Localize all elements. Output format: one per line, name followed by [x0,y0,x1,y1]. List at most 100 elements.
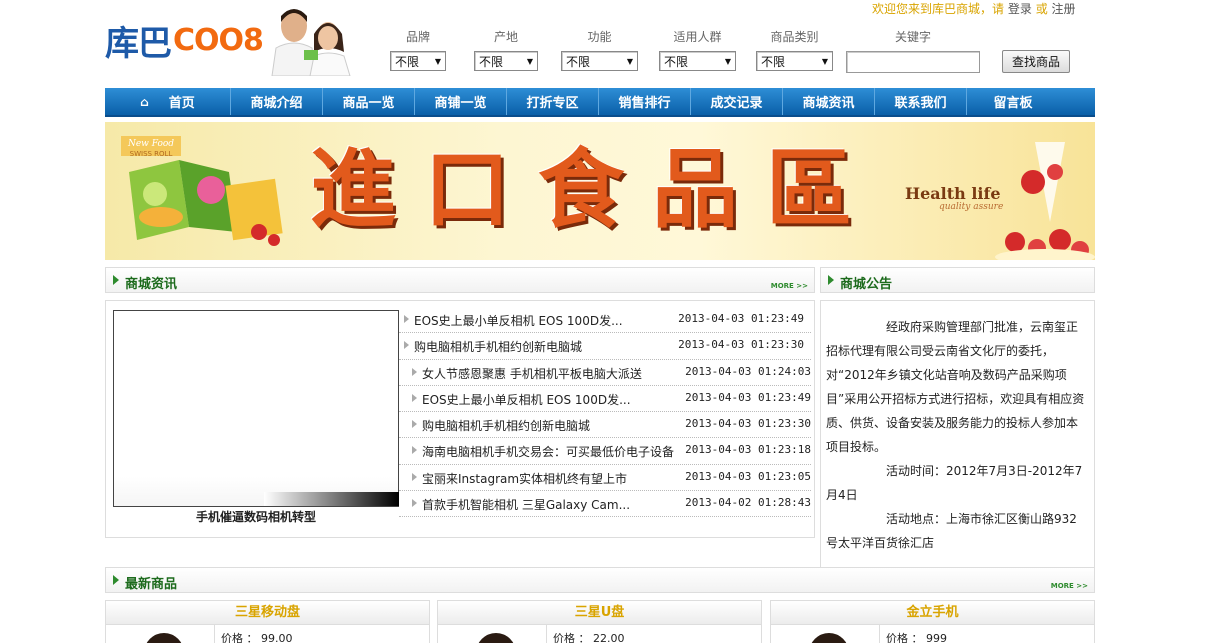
search-button[interactable]: 查找商品 [1002,50,1070,73]
nav-products-label: 商品一览 [342,96,395,111]
news-more-link[interactable]: MORE >> [771,282,808,290]
filter-origin-select[interactable]: 不限 ▼ [474,51,538,71]
filter-category: 商品类别 不限 ▼ [756,28,833,71]
triangle-right-icon [828,275,834,285]
news-section-header: 商城资讯 MORE >> [105,267,815,293]
news-section-title: 商城资讯 [125,277,178,292]
filter-brand-value: 不限 [395,54,420,69]
product-thumbnail[interactable] [114,629,210,643]
product-thumbnail[interactable] [446,629,542,643]
news-item-title: 女人节感恩聚惠 手机相机平板电脑大派送 [422,366,642,381]
nav-about[interactable]: 商城介绍 [231,88,323,115]
news-item[interactable]: 宝丽来Instagram实体相机终有望上市 2013-04-03 01:23:05 [399,465,811,492]
nav-records[interactable]: 成交记录 [691,88,783,115]
news-list: EOS史上最小单反相机 EOS 100D发... 2013-04-03 01:23… [399,307,811,518]
login-link[interactable]: 登录 [1008,2,1032,16]
nav-shops-label: 商铺一览 [434,96,487,111]
filter-audience-select[interactable]: 不限 ▼ [659,51,736,71]
product-name[interactable]: 金立手机 [771,601,1094,625]
nav-home[interactable]: ⌂ 首页 [105,88,231,115]
nav-contact[interactable]: 联系我们 [875,88,967,115]
register-link[interactable]: 注册 [1052,2,1076,16]
newest-section-header: 最新商品 MORE >> [105,567,1095,593]
news-item[interactable]: 女人节感恩聚惠 手机相机平板电脑大派送 2013-04-03 01:24:03 [399,360,811,386]
banner-box-text-1: New Food [127,139,174,149]
bullet-icon [412,393,417,402]
nav-shops[interactable]: 商铺一览 [415,88,507,115]
news-item[interactable]: 海南电脑相机手机交易会：可买最低价电子设备 2013-04-03 01:23:18 [399,438,811,465]
product-thumbnail[interactable] [779,629,875,643]
nav-ranking[interactable]: 销售排行 [599,88,691,115]
filter-category-label: 商品类别 [770,30,819,44]
model-head [476,633,516,643]
news-item-title: EOS史上最小单反相机 EOS 100D发... [414,314,623,328]
nav-ranking-label: 销售排行 [618,96,671,111]
news-item-date: 2013-04-03 01:24:03 [685,364,811,378]
filter-brand: 品牌 不限 ▼ [390,28,446,71]
news-item-date: 2013-04-03 01:23:18 [685,443,811,457]
triangle-right-icon [113,275,119,285]
news-feature-image[interactable] [113,310,399,507]
newest-more-link[interactable]: MORE >> [1051,582,1088,590]
triangle-right-icon [113,575,119,585]
product-price: 价格 ： 22.00 [546,625,624,643]
filter-brand-select[interactable]: 不限 ▼ [390,51,446,71]
model-head [809,633,849,643]
news-item[interactable]: 购电脑相机手机相约创新电脑城 2013-04-03 01:23:30 [399,412,811,439]
news-feature-caption[interactable]: 手机催逼数码相机转型 [113,508,399,525]
product-card[interactable]: 三星移动盘 价格 ： 99.00 [105,600,430,643]
news-item-date: 2013-04-03 01:23:30 [685,417,811,431]
welcome-text: 欢迎您来到库巴商城，请 [872,2,1005,16]
main-nav: ⌂ 首页 商城介绍 商品一览 商铺一览 打折专区 销售排行 成交记录 商城资讯 联… [105,88,1095,117]
news-item-title: 购电脑相机手机相约创新电脑城 [422,419,591,434]
bullet-icon [412,367,417,376]
nav-about-label: 商城介绍 [250,96,303,111]
keyword-label: 关键字 [894,30,931,44]
site-logo[interactable]: 库巴 COO8 [105,18,264,64]
nav-guestbook[interactable]: 留言板 [967,88,1059,115]
nav-products[interactable]: 商品一览 [323,88,415,115]
news-item[interactable]: 首款手机智能相机 三星Galaxy Cam... 2013-04-02 01:28… [399,491,811,518]
filter-brand-label: 品牌 [405,30,430,44]
nav-news[interactable]: 商城资讯 [783,88,875,115]
news-item[interactable]: EOS史上最小单反相机 EOS 100D发... 2013-04-03 01:23… [399,386,811,413]
or-text: 或 [1035,2,1048,16]
logo-en: COO8 [173,22,264,58]
news-item[interactable]: EOS史上最小单反相机 EOS 100D发... 2013-04-03 01:23… [399,307,811,334]
top-links: 欢迎您来到库巴商城，请 登录 或 注册 [872,0,1076,17]
product-name[interactable]: 三星移动盘 [106,601,429,625]
filter-category-select[interactable]: 不限 ▼ [756,51,833,71]
model-head [144,633,184,643]
news-item-date: 2013-04-03 01:23:49 [685,390,811,404]
nav-contact-label: 联系我们 [894,96,947,111]
news-item-title: 首款手机智能相机 三星Galaxy Cam... [422,498,631,513]
product-name[interactable]: 三星U盘 [438,601,761,625]
bullet-icon [412,420,417,429]
filter-function-select[interactable]: 不限 ▼ [561,51,638,71]
logo-cn: 库巴 [105,23,172,64]
notice-panel: 经政府采购管理部门批准，云南玺正招标代理有限公司受云南省文化厅的委托，对“201… [820,300,1095,568]
bullet-icon [404,341,409,350]
bullet-icon [404,315,409,323]
keyword-input[interactable] [846,51,980,73]
notice-time: 活动时间：2012年7月3日-2012年7月4日 [826,464,1083,502]
chevron-down-icon: ▼ [626,56,633,66]
product-price: 价格 ： 999 [879,625,947,643]
nav-discount[interactable]: 打折专区 [507,88,599,115]
promo-banner[interactable]: New Food SWISS ROLL 進口食品區 Health life qu… [105,122,1095,260]
news-item-date: 2013-04-03 01:23:30 [678,338,804,352]
news-item[interactable]: 购电脑相机手机相约创新电脑城 2013-04-03 01:23:30 [399,333,811,360]
keyword-group: 关键字 [873,28,953,46]
filter-function-label: 功能 [587,30,612,44]
food-package-image: New Food SWISS ROLL [121,136,283,246]
product-card[interactable]: 金立手机 价格 ： 999 [770,600,1095,643]
product-card[interactable]: 三星U盘 价格 ： 22.00 [437,600,762,643]
filter-category-value: 不限 [761,54,786,69]
news-item-date: 2013-04-02 01:28:43 [685,496,811,510]
notice-section-title: 商城公告 [840,277,893,292]
chevron-down-icon: ▼ [526,56,533,66]
notice-section-header: 商城公告 [820,267,1095,293]
bullet-icon [412,472,417,481]
filter-origin: 产地 不限 ▼ [474,28,538,71]
notice-location: 活动地点：上海市徐汇区衡山路932号太平洋百货徐汇店 [826,512,1077,550]
